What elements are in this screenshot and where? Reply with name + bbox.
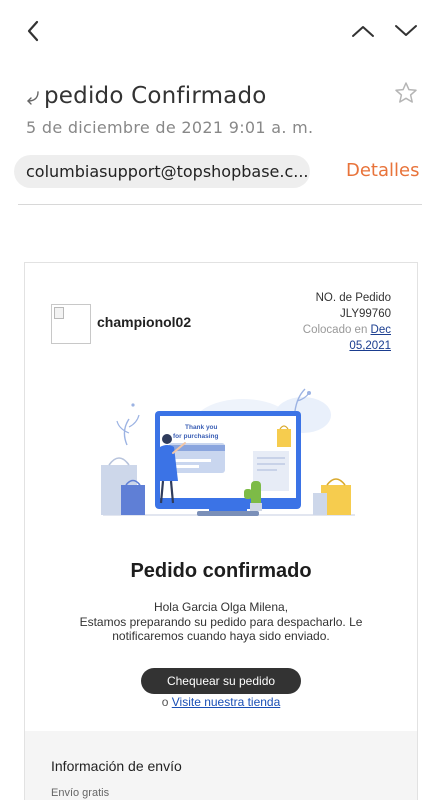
header-divider xyxy=(18,204,422,205)
email-subject: pedido Confirmado xyxy=(44,83,267,109)
store-logo-image xyxy=(51,304,91,344)
reply-icon xyxy=(27,91,39,105)
confirmation-message: Hola Garcia Olga Milena, Estamos prepara… xyxy=(65,600,377,644)
star-icon[interactable] xyxy=(394,81,418,105)
message-text: Estamos preparando su pedido para despac… xyxy=(79,614,363,644)
placed-date-link-line2[interactable]: 05,2021 xyxy=(349,340,391,352)
back-button[interactable] xyxy=(18,16,48,46)
email-body: championol02 NO. de Pedido JLY99760 Colo… xyxy=(24,262,418,800)
visit-store-link[interactable]: Visite nuestra tienda xyxy=(172,695,281,709)
order-confirmed-illustration: Thank you for purchasing xyxy=(101,388,355,516)
toolbar xyxy=(0,0,441,64)
store-name: championol02 xyxy=(97,314,192,330)
shipping-info-section: Información de envío Envío gratis xyxy=(25,731,417,800)
broken-image-icon xyxy=(54,307,64,319)
email-date: 5 de diciembre de 2021 9:01 a. m. xyxy=(26,118,314,137)
check-order-button[interactable]: Chequear su pedido xyxy=(141,668,301,694)
chevron-down-icon xyxy=(395,25,417,36)
placed-date-link[interactable]: Dec xyxy=(371,324,391,336)
order-number-label: NO. de Pedido xyxy=(315,292,391,304)
illustration-text-2: for purchasing xyxy=(173,433,219,440)
chevron-left-icon xyxy=(27,20,39,42)
chevron-up-icon xyxy=(352,26,374,37)
shipping-info-title: Información de envío xyxy=(51,758,182,774)
next-email-button[interactable] xyxy=(391,16,421,46)
alt-link-row: o Visite nuestra tienda xyxy=(25,695,417,709)
sender-address: columbiasupport@topshopbase.c... xyxy=(26,162,309,181)
details-button[interactable]: Detalles xyxy=(346,160,419,181)
illustration-text-1: Thank you xyxy=(185,424,218,431)
alt-link-prefix: o xyxy=(161,695,169,709)
previous-email-button[interactable] xyxy=(348,16,378,46)
placed-label: Colocado en xyxy=(302,324,368,336)
order-meta: NO. de Pedido JLY99760 Colocado en Dec 0… xyxy=(303,290,391,354)
subject-row: pedido Confirmado xyxy=(24,80,424,112)
order-number: JLY99760 xyxy=(340,308,391,320)
shipping-method: Envío gratis xyxy=(51,787,110,799)
greeting-text: Hola Garcia Olga Milena, xyxy=(153,600,289,614)
sender-chip[interactable]: columbiasupport@topshopbase.c... xyxy=(14,155,310,188)
confirmation-headline: Pedido confirmado xyxy=(130,560,312,582)
